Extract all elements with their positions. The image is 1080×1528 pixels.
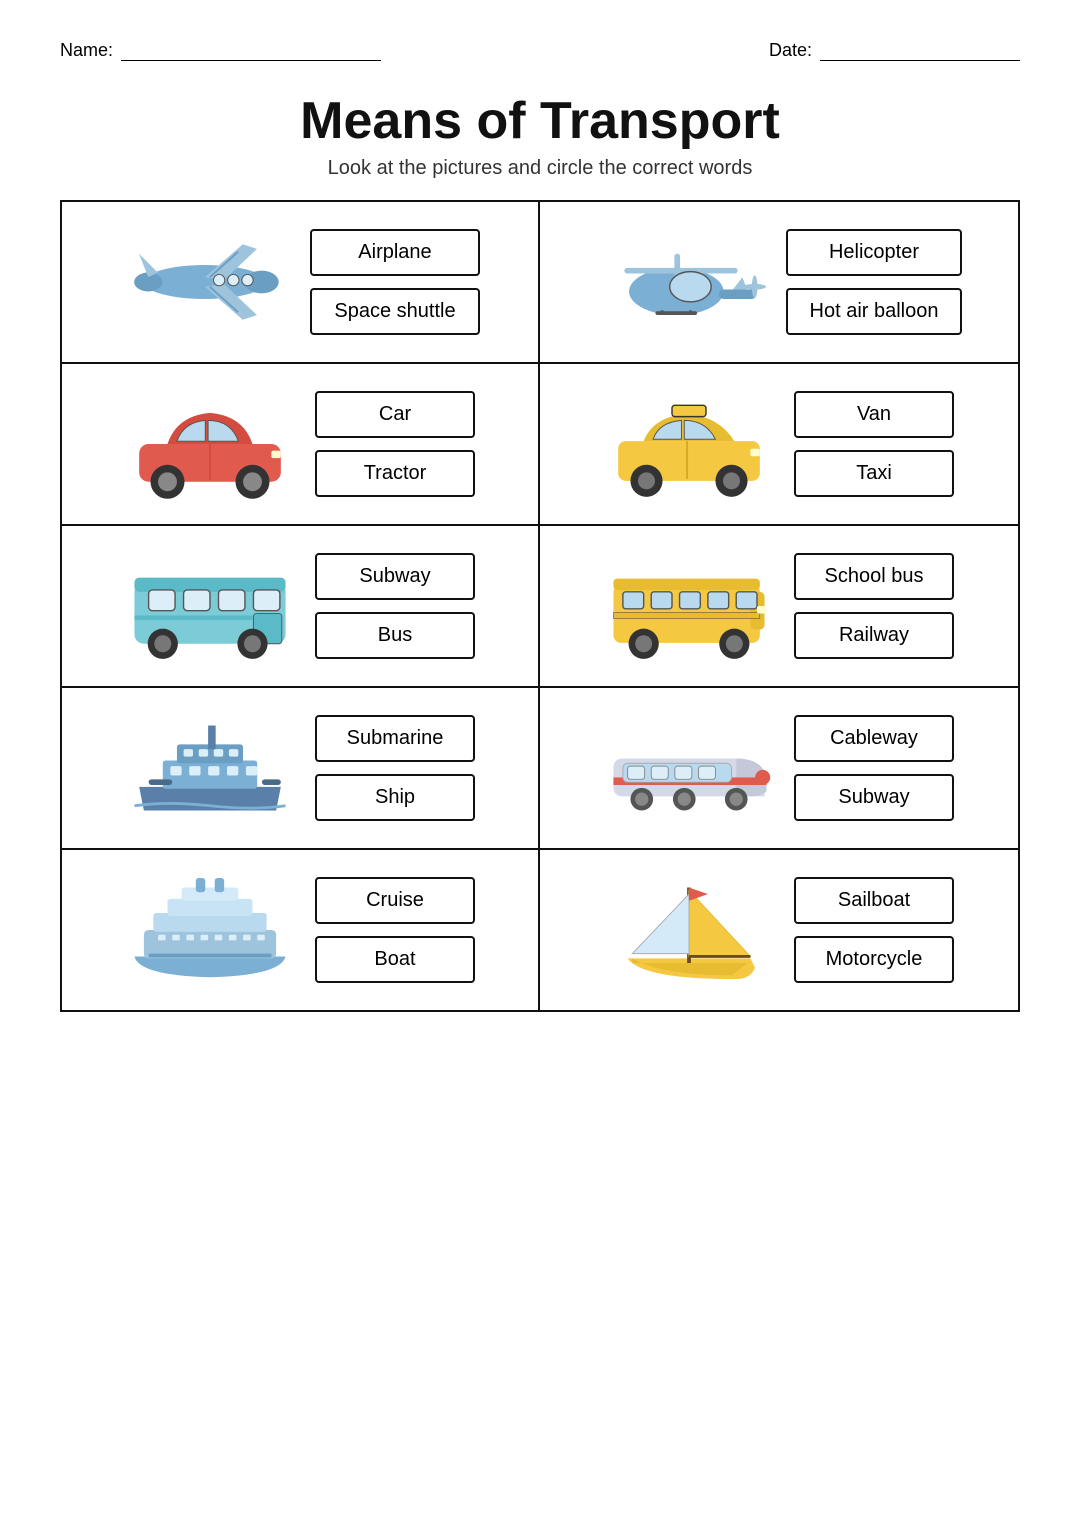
date-label: Date: <box>769 40 812 61</box>
schoolbus-image <box>604 546 774 666</box>
train-image <box>604 708 774 828</box>
grid-row-2: Car Tractor <box>62 364 1018 526</box>
car-image <box>125 384 295 504</box>
helicopter-image <box>596 222 766 342</box>
car-options: Car Tractor <box>315 391 475 497</box>
ship-options: Submarine Ship <box>315 715 475 821</box>
cell-sailboat: Sailboat Motorcycle <box>540 850 1018 1010</box>
grid-row-5: Cruise Boat <box>62 850 1018 1010</box>
option-taxi[interactable]: Taxi <box>794 450 954 497</box>
option-space-shuttle[interactable]: Space shuttle <box>310 288 479 335</box>
grid-row-1: Airplane Space shuttle <box>62 202 1018 364</box>
cell-schoolbus: School bus Railway <box>540 526 1018 686</box>
main-grid: Airplane Space shuttle <box>60 200 1020 1012</box>
cruiseship-image <box>125 870 295 990</box>
option-car[interactable]: Car <box>315 391 475 438</box>
option-airplane[interactable]: Airplane <box>310 229 479 276</box>
date-underline <box>820 41 1020 61</box>
airplane-image <box>120 222 290 342</box>
taxi-image <box>604 384 774 504</box>
page-title: Means of Transport <box>60 91 1020 151</box>
option-van[interactable]: Van <box>794 391 954 438</box>
subtitle: Look at the pictures and circle the corr… <box>60 157 1020 180</box>
cell-airplane: Airplane Space shuttle <box>62 202 540 362</box>
option-motorcycle[interactable]: Motorcycle <box>794 936 954 983</box>
cell-helicopter: Helicopter Hot air balloon <box>540 202 1018 362</box>
train-options: Cableway Subway <box>794 715 954 821</box>
option-sailboat[interactable]: Sailboat <box>794 877 954 924</box>
option-ship[interactable]: Ship <box>315 774 475 821</box>
cell-train: Cableway Subway <box>540 688 1018 848</box>
sailboat-image <box>604 870 774 990</box>
cell-ship: Submarine Ship <box>62 688 540 848</box>
option-tractor[interactable]: Tractor <box>315 450 475 497</box>
title-section: Means of Transport Look at the pictures … <box>60 91 1020 180</box>
option-helicopter[interactable]: Helicopter <box>786 229 963 276</box>
name-label: Name: <box>60 40 113 61</box>
grid-row-4: Submarine Ship <box>62 688 1018 850</box>
option-cableway[interactable]: Cableway <box>794 715 954 762</box>
sailboat-options: Sailboat Motorcycle <box>794 877 954 983</box>
option-school-bus[interactable]: School bus <box>794 553 954 600</box>
taxi-options: Van Taxi <box>794 391 954 497</box>
cell-bus: Subway Bus <box>62 526 540 686</box>
schoolbus-options: School bus Railway <box>794 553 954 659</box>
option-bus[interactable]: Bus <box>315 612 475 659</box>
option-submarine[interactable]: Submarine <box>315 715 475 762</box>
grid-row-3: Subway Bus <box>62 526 1018 688</box>
option-hot-air-balloon[interactable]: Hot air balloon <box>786 288 963 335</box>
airplane-options: Airplane Space shuttle <box>310 229 479 335</box>
cruiseship-options: Cruise Boat <box>315 877 475 983</box>
option-subway2[interactable]: Subway <box>794 774 954 821</box>
name-underline <box>121 41 381 61</box>
cell-taxi: Van Taxi <box>540 364 1018 524</box>
ship-image <box>125 708 295 828</box>
option-boat[interactable]: Boat <box>315 936 475 983</box>
bus-image <box>125 546 295 666</box>
option-subway[interactable]: Subway <box>315 553 475 600</box>
helicopter-options: Helicopter Hot air balloon <box>786 229 963 335</box>
cell-cruiseship: Cruise Boat <box>62 850 540 1010</box>
option-railway[interactable]: Railway <box>794 612 954 659</box>
bus-options: Subway Bus <box>315 553 475 659</box>
cell-car: Car Tractor <box>62 364 540 524</box>
option-cruise[interactable]: Cruise <box>315 877 475 924</box>
header: Name: Date: <box>60 40 1020 61</box>
